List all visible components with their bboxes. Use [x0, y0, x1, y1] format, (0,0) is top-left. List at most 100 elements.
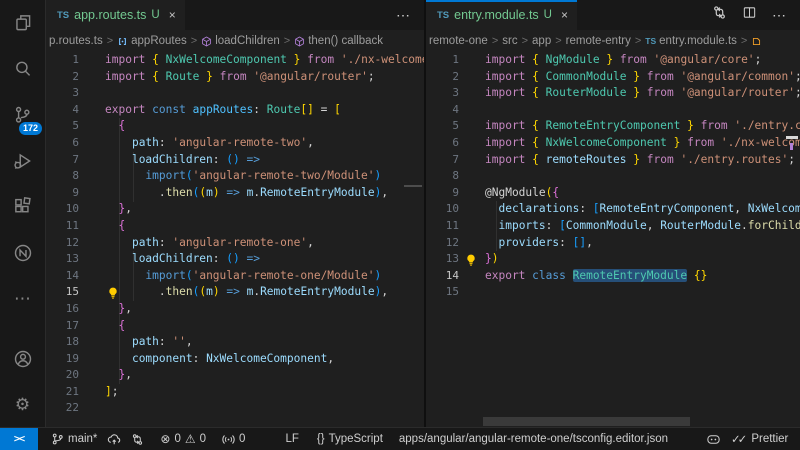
problems-button[interactable]: ⊗ 0 ⚠ 0 [155, 432, 211, 446]
code-line[interactable]: 11 { [46, 218, 424, 235]
code-line[interactable]: 5 { [46, 118, 424, 135]
breadcrumb-item[interactable]: app [532, 35, 551, 47]
breadcrumb-item[interactable]: remote-entry [566, 35, 631, 47]
code-line[interactable]: 13}) [426, 251, 800, 268]
code-line[interactable]: 21]; [46, 384, 424, 401]
formatter-button[interactable]: ✓✓ Prettier [726, 432, 793, 446]
tab-app-routes[interactable]: TS app.routes.ts U × [46, 0, 185, 30]
line-number: 7 [46, 152, 79, 169]
code-line[interactable]: 15 .then((m) => m.RemoteEntryModule), [46, 284, 424, 301]
code-line[interactable]: 3 [46, 85, 424, 102]
code-line[interactable]: 19 component: NxWelcomeComponent, [46, 351, 424, 368]
code-line[interactable]: 3import { RouterModule } from '@angular/… [426, 85, 800, 102]
horizontal-scrollbar[interactable] [483, 417, 690, 426]
breadcrumb-item[interactable]: loadChildren [201, 35, 280, 47]
code-line[interactable]: 8 [426, 168, 800, 185]
ts-symbol-icon: TS [645, 36, 656, 46]
split-editor-icon[interactable] [742, 5, 757, 25]
double-check-icon: ✓✓ [731, 432, 744, 446]
more-actions-icon[interactable]: ⋯ [396, 7, 411, 24]
copilot-button[interactable] [701, 432, 726, 446]
publish-button[interactable] [102, 432, 126, 446]
code-line[interactable]: 1import { NxWelcomeComponent } from './n… [46, 52, 424, 69]
breadcrumb-item[interactable]: src [502, 35, 517, 47]
overview-ruler-mark [404, 185, 422, 187]
language-label: TypeScript [329, 433, 383, 445]
line-number: 6 [46, 135, 79, 152]
code-line[interactable]: 15 [426, 284, 800, 301]
eol-indicator[interactable]: LF [280, 433, 303, 445]
code-line[interactable]: 7 loadChildren: () => [46, 152, 424, 169]
code-line[interactable]: 9@NgModule({ [426, 185, 800, 202]
close-icon[interactable]: × [169, 8, 176, 22]
ports-button[interactable]: 0 [217, 433, 250, 446]
ts-file-icon: TS [437, 10, 449, 21]
explorer-icon[interactable] [0, 0, 45, 46]
nx-console-icon[interactable] [0, 230, 45, 276]
code-line[interactable]: 8 import('angular-remote-two/Module') [46, 168, 424, 185]
branch-button[interactable]: main* [46, 432, 102, 446]
code-line[interactable]: 5import { RemoteEntryComponent } from '.… [426, 118, 800, 135]
account-icon[interactable] [0, 336, 45, 382]
code-line[interactable]: 11 imports: [CommonModule, RouterModule.… [426, 218, 800, 235]
settings-gear-icon[interactable]: ⚙ [0, 382, 45, 428]
code-line[interactable]: 22 [46, 400, 424, 417]
ts-file-icon: TS [57, 10, 69, 21]
code-line[interactable]: 12 path: 'angular-remote-one', [46, 235, 424, 252]
code-line[interactable]: 14 import('angular-remote-one/Module') [46, 268, 424, 285]
code-line[interactable]: 10 declarations: [RemoteEntryComponent, … [426, 201, 800, 218]
line-number: 15 [426, 284, 459, 301]
line-number: 7 [426, 152, 459, 169]
compare-changes-button[interactable] [126, 433, 149, 446]
code-line[interactable]: 18 path: '', [46, 334, 424, 351]
lightbulb-icon[interactable] [106, 286, 120, 300]
run-debug-icon[interactable] [0, 138, 45, 184]
breadcrumb-item[interactable]: appRoutes [117, 35, 187, 47]
line-number: 14 [46, 268, 79, 285]
code-line[interactable]: 1import { NgModule } from '@angular/core… [426, 52, 800, 69]
breadcrumb-item[interactable]: remote-one [429, 35, 488, 47]
code-line[interactable]: 9 .then((m) => m.RemoteEntryModule), [46, 185, 424, 202]
source-control-icon[interactable]: 172 [0, 92, 45, 138]
indent-guide [496, 201, 497, 251]
line-number: 10 [426, 201, 459, 218]
remote-indicator[interactable]: >< [0, 428, 38, 450]
tab-entry-module[interactable]: TS entry.module.ts U × [426, 0, 577, 30]
tsconfig-path: apps/angular/angular-remote-one/tsconfig… [399, 433, 668, 445]
code-line[interactable]: 6 path: 'angular-remote-two', [46, 135, 424, 152]
close-icon[interactable]: × [561, 8, 568, 22]
line-number: 15 [46, 284, 79, 301]
editor-actions-right: ⋯ [699, 0, 800, 30]
code-line[interactable]: 7import { remoteRoutes } from './entry.r… [426, 152, 800, 169]
code-line[interactable]: 13 loadChildren: () => [46, 251, 424, 268]
code-line[interactable]: 12 providers: [], [426, 235, 800, 252]
language-mode-button[interactable]: {} TypeScript [312, 433, 388, 445]
code-line[interactable]: 6import { NxWelcomeComponent } from './n… [426, 135, 800, 152]
warnings-icon: ⚠ [185, 432, 196, 446]
branch-name: main* [68, 433, 97, 445]
open-changes-icon[interactable] [712, 5, 727, 25]
line-number: 13 [426, 251, 459, 268]
git-branch-icon [51, 432, 64, 446]
tsconfig-context-button[interactable]: apps/angular/angular-remote-one/tsconfig… [394, 433, 673, 445]
line-number: 12 [46, 235, 79, 252]
code-line[interactable]: 2import { CommonModule } from '@angular/… [426, 69, 800, 86]
code-line[interactable]: 10 }, [46, 201, 424, 218]
extensions-icon[interactable] [0, 184, 45, 230]
breadcrumb-item[interactable]: then() callback [294, 35, 383, 47]
code-line[interactable]: 17 { [46, 318, 424, 335]
breadcrumb-separator: > [103, 35, 117, 47]
code-line[interactable]: 4 [426, 102, 800, 119]
breadcrumb-item[interactable]: TSentry.module.ts [645, 35, 737, 47]
lightbulb-icon[interactable] [464, 253, 478, 267]
breadcrumb-item[interactable]: p.routes.ts [49, 35, 103, 47]
more-views-icon[interactable]: ⋯ [0, 276, 45, 322]
code-line[interactable]: 16 }, [46, 301, 424, 318]
code-line[interactable]: 2import { Route } from '@angular/router'… [46, 69, 424, 86]
code-line[interactable]: 14export class RemoteEntryModule {} [426, 268, 800, 285]
code-line[interactable]: 20 }, [46, 367, 424, 384]
code-line[interactable]: 4export const appRoutes: Route[] = [ [46, 102, 424, 119]
search-icon[interactable] [0, 46, 45, 92]
breadcrumb-item[interactable] [751, 36, 762, 47]
more-actions-icon[interactable]: ⋯ [772, 7, 787, 24]
